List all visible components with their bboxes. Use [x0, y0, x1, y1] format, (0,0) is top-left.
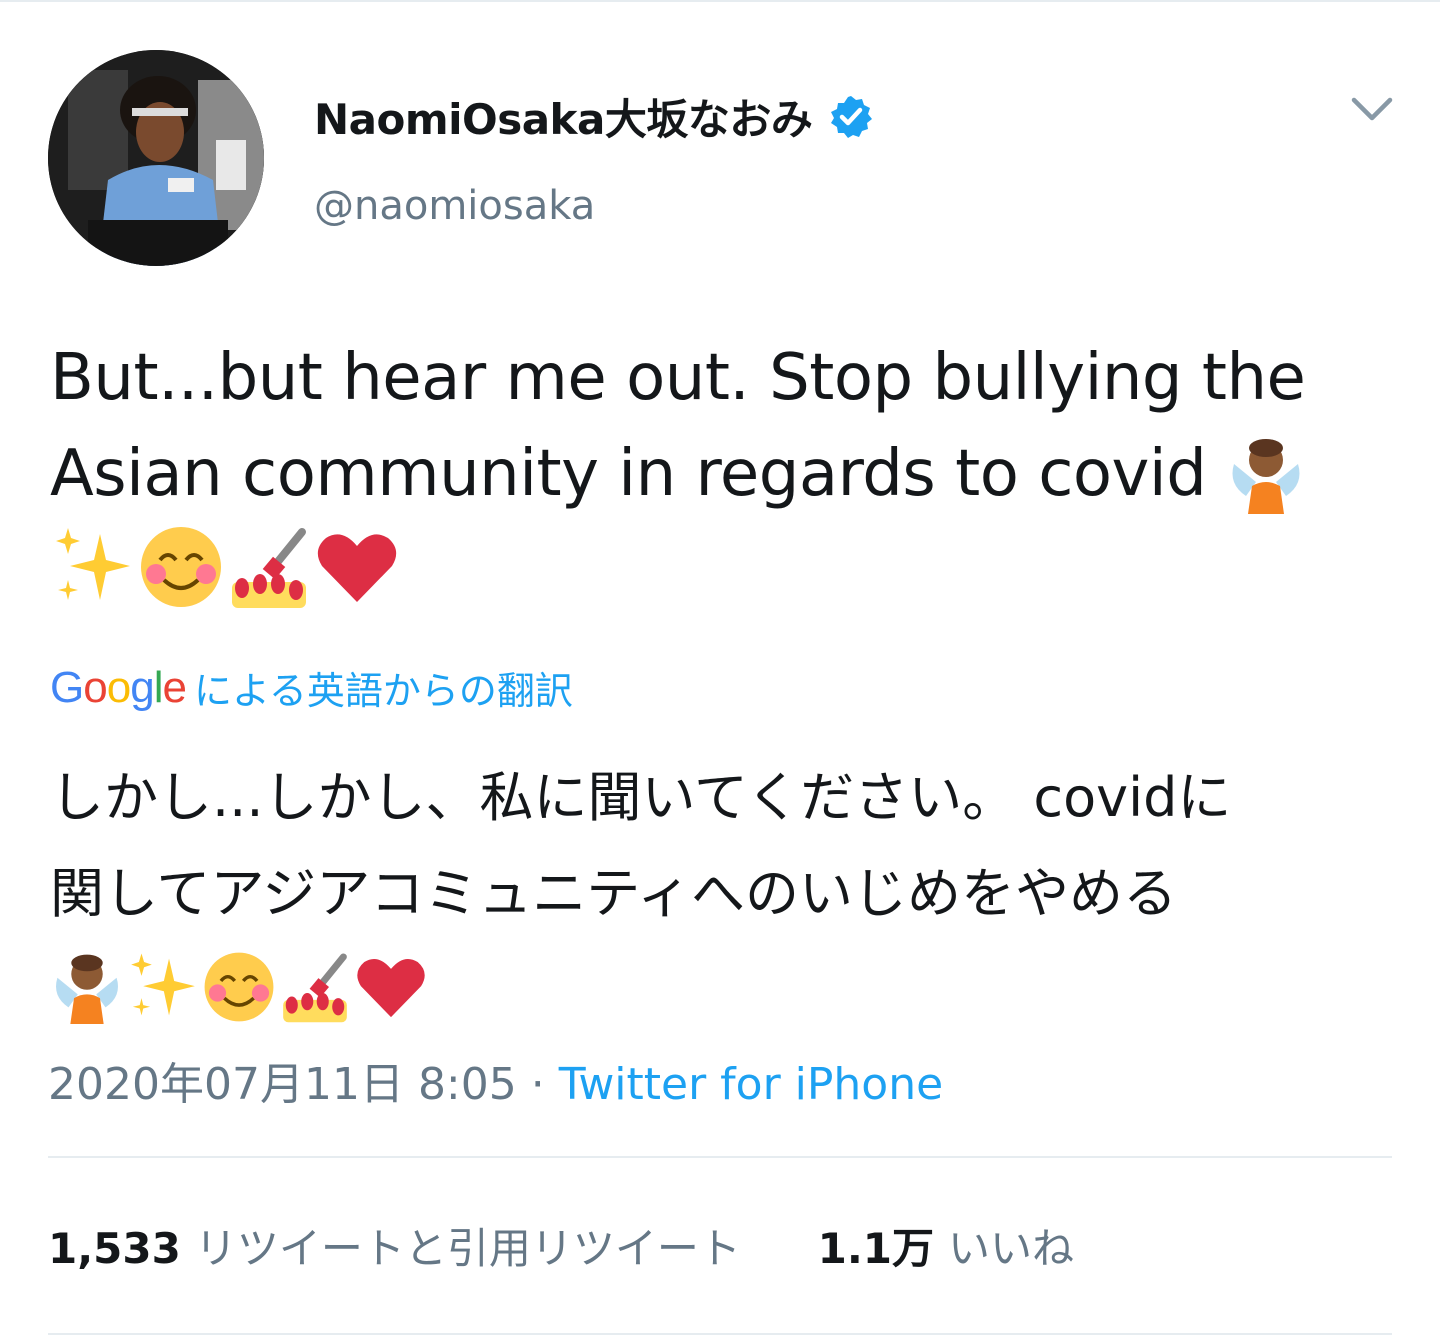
- translation-label[interactable]: による英語からの翻訳: [194, 660, 573, 715]
- top-divider: [0, 0, 1440, 2]
- translated-line-1: しかし...しかし、私に聞いてください。 covidに: [50, 766, 1232, 829]
- retweets-label: リツイートと引用リツイート: [194, 1224, 741, 1273]
- tweet-timestamp[interactable]: 2020年07月11日 8:05: [48, 1059, 517, 1110]
- sparkles-emoji-icon: [56, 528, 130, 600]
- translation-attribution[interactable]: Google による英語からの翻訳: [50, 660, 573, 715]
- smiling-face-emoji-icon: [204, 952, 274, 1022]
- red-heart-emoji-icon: [317, 534, 397, 602]
- profile-photo-icon: [48, 50, 264, 266]
- tweet-line-1: But...but hear me out. Stop bullying the: [50, 341, 1306, 415]
- fairy-emoji-icon: [1232, 439, 1300, 514]
- tweet-source-link[interactable]: Twitter for iPhone: [559, 1059, 943, 1110]
- likes-count: 1.1万: [817, 1224, 934, 1273]
- google-logo: Google: [50, 662, 187, 712]
- nail-polish-emoji-icon: [283, 953, 347, 1023]
- likes-label: いいね: [948, 1224, 1075, 1273]
- stats-bottom-divider: [48, 1333, 1392, 1335]
- author-handle[interactable]: @naomiosaka: [314, 183, 595, 229]
- tweet-line-2: Asian community in regards to covid: [50, 437, 1207, 511]
- tweet-emoji-row: [50, 522, 1400, 612]
- tweet-meta: 2020年07月11日 8:05 · Twitter for iPhone: [48, 1048, 943, 1112]
- tweet-text: But...but hear me out. Stop bullying the…: [50, 330, 1400, 612]
- smiling-face-emoji-icon: [141, 527, 221, 607]
- tweet-stats: 1,533 リツイートと引用リツイート 1.1万 いいね: [48, 1215, 1074, 1276]
- chevron-down-icon[interactable]: [1348, 92, 1396, 126]
- fairy-emoji-icon: [56, 954, 118, 1024]
- translated-line-2: 関してアジアコミュニティへのいじめをやめる: [50, 862, 1177, 925]
- meta-separator: ·: [516, 1059, 559, 1110]
- retweets-stat[interactable]: 1,533 リツイートと引用リツイート: [48, 1224, 741, 1273]
- stats-top-divider: [48, 1156, 1392, 1158]
- verified-badge-icon: [831, 95, 873, 138]
- author-name-row[interactable]: NaomiOsaka大坂なおみ: [314, 86, 874, 147]
- sparkles-emoji-icon: [131, 953, 195, 1016]
- display-name[interactable]: NaomiOsaka大坂なおみ: [314, 86, 813, 147]
- retweets-count: 1,533: [48, 1224, 181, 1273]
- avatar[interactable]: [48, 50, 264, 266]
- red-heart-emoji-icon: [357, 958, 425, 1018]
- likes-stat[interactable]: 1.1万 いいね: [818, 1224, 1074, 1273]
- translated-emoji-row: [50, 942, 1400, 1032]
- nail-polish-emoji-icon: [232, 528, 306, 608]
- translated-text: しかし...しかし、私に聞いてください。 covidに 関してアジアコミュニティ…: [50, 750, 1400, 1032]
